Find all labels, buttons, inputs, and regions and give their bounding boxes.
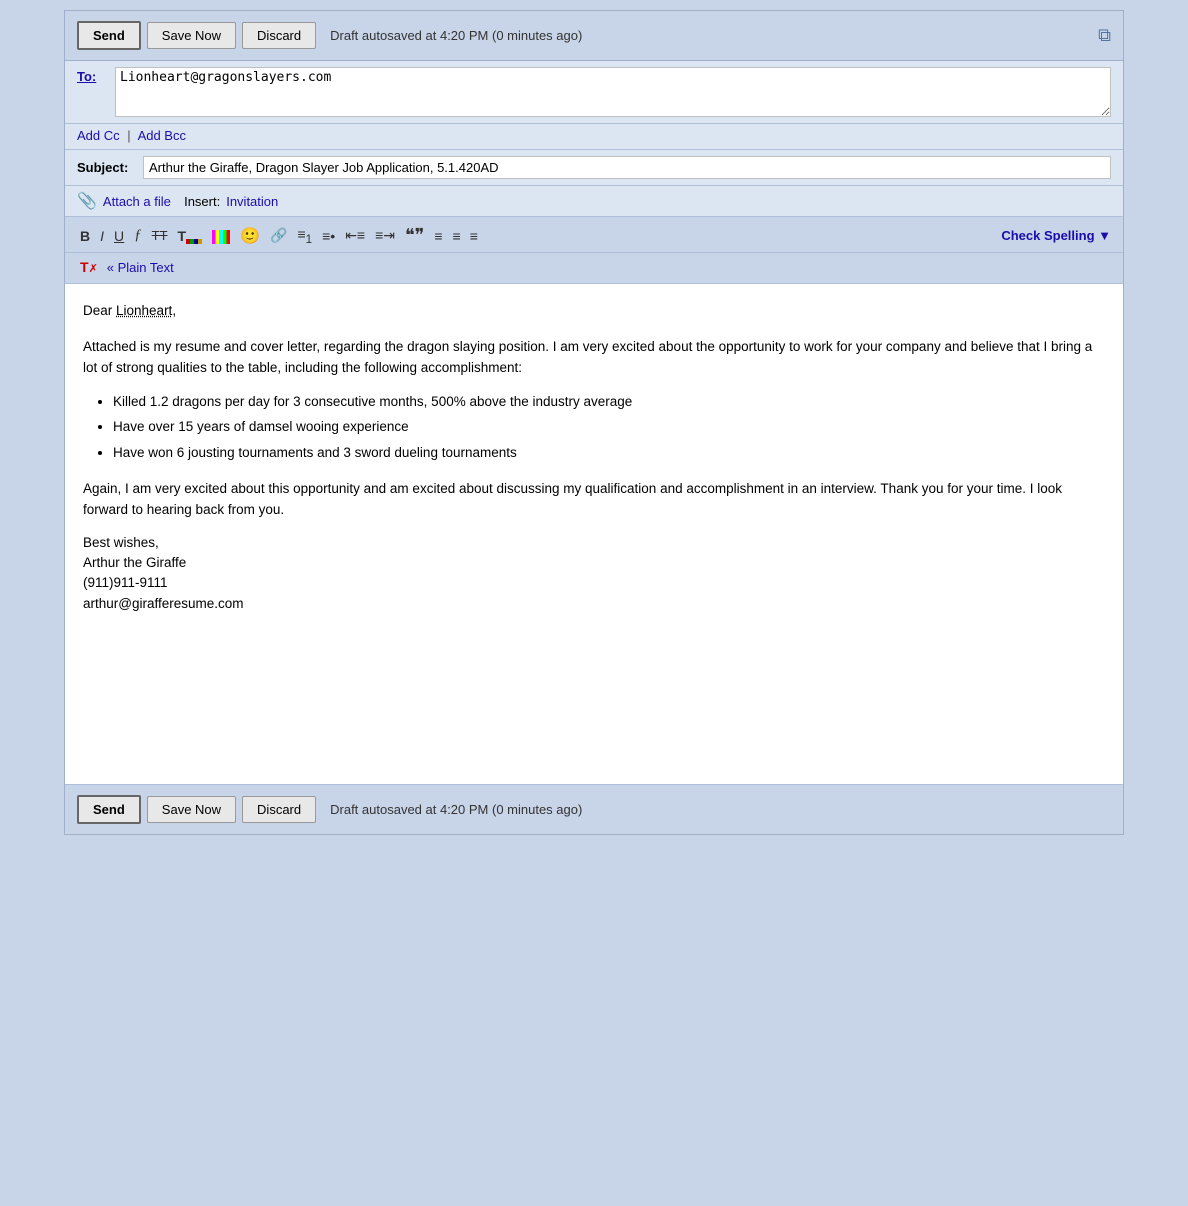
blockquote-button[interactable]: ❝❞: [402, 223, 427, 248]
attach-icon: 📎: [77, 191, 97, 211]
plain-text-link[interactable]: « Plain Text: [107, 260, 174, 275]
greeting-line: Dear Lionheart,: [83, 300, 1105, 322]
add-cc-link[interactable]: Add Cc: [77, 128, 120, 143]
sig-line-3: (911)911-9111: [83, 573, 1105, 593]
cc-bcc-separator: |: [127, 128, 130, 143]
top-toolbar: Send Save Now Discard Draft autosaved at…: [65, 11, 1123, 61]
save-now-button-bottom[interactable]: Save Now: [147, 796, 236, 823]
font-button[interactable]: ƒ: [131, 225, 145, 246]
indent-less-button[interactable]: ⇤≡: [342, 225, 368, 246]
align-center-button[interactable]: ≡: [450, 226, 463, 246]
to-label[interactable]: To:: [77, 69, 107, 84]
to-row: To: Lionheart@gragonslayers.com: [65, 61, 1123, 124]
unordered-list-button[interactable]: ≡•: [319, 226, 338, 246]
attach-file-link[interactable]: Attach a file: [103, 194, 171, 209]
greeting-text: Dear: [83, 303, 116, 318]
format-toolbar2: T✗ « Plain Text: [65, 253, 1123, 284]
font-color-button[interactable]: T: [175, 226, 206, 246]
attach-row: 📎 Attach a file Insert: Invitation: [65, 186, 1123, 217]
send-button-top[interactable]: Send: [77, 21, 141, 50]
invitation-link[interactable]: Invitation: [226, 194, 278, 209]
email-body: Dear Lionheart, Attached is my resume an…: [65, 284, 1123, 784]
format-toolbar: B I U ƒ TT T 🙂 🔗 ≡1 ≡• ⇤≡ ≡⇥ ❝❞ ≡ ≡ ≡ Ch…: [65, 217, 1123, 253]
bullet-item-3: Have won 6 jousting tournaments and 3 sw…: [113, 442, 1105, 464]
check-spelling-button[interactable]: Check Spelling ▼: [1001, 228, 1111, 243]
sig-line-4: arthur@girafferesume.com: [83, 594, 1105, 614]
indent-more-button[interactable]: ≡⇥: [372, 225, 398, 246]
ordered-list-button[interactable]: ≡1: [294, 224, 315, 248]
sig-line-1: Best wishes,: [83, 533, 1105, 553]
bullet-item-1: Killed 1.2 dragons per day for 3 consecu…: [113, 391, 1105, 413]
subject-input[interactable]: [143, 156, 1111, 179]
bullet-list: Killed 1.2 dragons per day for 3 consecu…: [113, 391, 1105, 464]
bottom-toolbar: Send Save Now Discard Draft autosaved at…: [65, 784, 1123, 834]
header-section: To: Lionheart@gragonslayers.com Add Cc |…: [65, 61, 1123, 217]
body-paragraph2: Again, I am very excited about this oppo…: [83, 478, 1105, 521]
remove-format-button[interactable]: T✗: [77, 257, 101, 277]
add-bcc-link[interactable]: Add Bcc: [138, 128, 186, 143]
italic-button[interactable]: I: [97, 226, 107, 246]
bold-button[interactable]: B: [77, 226, 93, 246]
greeting-comma: ,: [172, 303, 176, 318]
signature-block: Best wishes, Arthur the Giraffe (911)911…: [83, 533, 1105, 614]
autosave-status-bottom: Draft autosaved at 4:20 PM (0 minutes ag…: [330, 802, 1111, 817]
discard-button-top[interactable]: Discard: [242, 22, 316, 49]
compose-window: Send Save Now Discard Draft autosaved at…: [64, 10, 1124, 835]
recipient-name: Lionheart: [116, 303, 172, 318]
autosave-status: Draft autosaved at 4:20 PM (0 minutes ag…: [330, 28, 1092, 43]
align-right-button[interactable]: ≡: [467, 226, 481, 246]
link-button[interactable]: 🔗: [267, 225, 290, 246]
expand-icon[interactable]: ⧉: [1098, 25, 1111, 46]
sig-line-2: Arthur the Giraffe: [83, 553, 1105, 573]
to-input[interactable]: Lionheart@gragonslayers.com: [115, 67, 1111, 117]
send-button-bottom[interactable]: Send: [77, 795, 141, 824]
subject-label: Subject:: [77, 160, 137, 175]
discard-button-bottom[interactable]: Discard: [242, 796, 316, 823]
subject-row: Subject:: [65, 150, 1123, 186]
body-paragraph1: Attached is my resume and cover letter, …: [83, 336, 1105, 379]
save-now-button-top[interactable]: Save Now: [147, 22, 236, 49]
emoji-button[interactable]: 🙂: [237, 224, 263, 248]
underline-button[interactable]: U: [111, 226, 127, 246]
strikethrough-button[interactable]: TT: [149, 226, 171, 245]
align-left-button[interactable]: ≡: [431, 226, 445, 246]
bullet-item-2: Have over 15 years of damsel wooing expe…: [113, 416, 1105, 438]
insert-label: Insert:: [177, 194, 220, 209]
cc-bcc-row: Add Cc | Add Bcc: [65, 124, 1123, 150]
highlight-button[interactable]: [209, 225, 233, 245]
